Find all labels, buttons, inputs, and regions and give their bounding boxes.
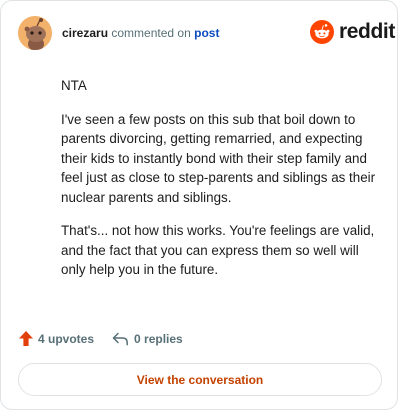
view-conversation-button[interactable]: View the conversation	[18, 363, 382, 396]
reply-count: 0 replies	[134, 331, 183, 346]
header-action-text: commented on	[111, 26, 191, 40]
avatar-snoo-icon	[18, 16, 52, 50]
comment-actions: 4 upvotes 0 replies	[19, 331, 183, 346]
reddit-wordmark: reddit	[339, 20, 395, 43]
reddit-brand[interactable]: reddit	[310, 20, 395, 44]
comment-paragraph: NTA	[61, 78, 87, 93]
upvote-arrow-icon	[19, 331, 33, 346]
upvote-count: 4 upvotes	[38, 331, 95, 346]
comment-header: cirezaru commented on post	[62, 26, 219, 40]
reddit-logo-icon	[310, 20, 334, 44]
username[interactable]: cirezaru	[62, 26, 108, 40]
upvote-button[interactable]: 4 upvotes	[19, 331, 94, 346]
user-avatar[interactable]	[18, 16, 52, 50]
comment-embed-card: cirezaru commented on post reddit NTA I'…	[0, 0, 398, 410]
comment-paragraph: I've seen a few posts on this sub that b…	[61, 111, 376, 205]
replies-button[interactable]: 0 replies	[112, 332, 183, 346]
comment-body: NTA I've seen a few posts on this sub th…	[61, 76, 379, 294]
comment-paragraph: That's... not how this works. You're fee…	[61, 223, 375, 277]
reply-arrow-icon	[112, 332, 128, 345]
post-link[interactable]: post	[194, 26, 219, 40]
